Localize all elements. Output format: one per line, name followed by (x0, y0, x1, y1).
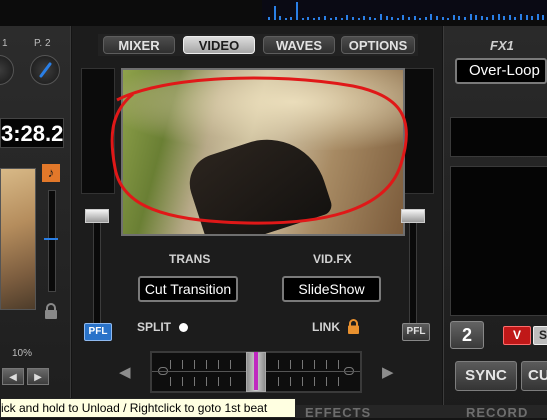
waveform-bar (396, 18, 399, 20)
waveform-bar (430, 14, 433, 20)
deck-time-display: 3:28.2 (0, 118, 64, 148)
s-toggle-button[interactable]: S (533, 326, 547, 345)
link-label: LINK (312, 320, 340, 334)
waveform-bar (464, 17, 466, 20)
waveform-bar (492, 15, 494, 20)
waveform-bar (480, 16, 483, 20)
lock-icon[interactable] (44, 303, 58, 319)
waveform-bar (385, 16, 388, 20)
waveform-bar (424, 17, 427, 20)
waveform-bar (296, 2, 298, 20)
deck-2-video-area[interactable] (450, 166, 547, 316)
fx-parameter-display (450, 117, 547, 157)
waveform-bar (436, 16, 438, 20)
waveform-bar (486, 17, 489, 20)
waveform-bar (536, 14, 539, 20)
waveform-bar (346, 15, 349, 20)
split-label: SPLIT (137, 320, 172, 334)
waveform-bar (307, 17, 310, 20)
waveform-bar (469, 14, 472, 20)
fx-effect-select[interactable]: Over-Loop (455, 58, 547, 84)
waveform-bar (329, 18, 332, 20)
key-icon[interactable]: ♪ (42, 164, 60, 182)
waveform-bar (525, 15, 528, 20)
waveform-bar (374, 18, 377, 20)
pitch-down-button[interactable]: ◀ (2, 368, 24, 385)
tab-mixer[interactable]: MIXER (103, 36, 175, 54)
waveform-display[interactable] (262, 0, 547, 20)
knob-label-1: 1 (2, 38, 8, 49)
trans-label: TRANS (169, 252, 211, 266)
waveform-bar (475, 15, 478, 20)
tab-video[interactable]: VIDEO (183, 36, 255, 54)
pitch-slider[interactable] (48, 190, 56, 292)
waveform-bar (335, 17, 338, 20)
waveform-bar (419, 18, 422, 20)
left-video-fader-handle[interactable] (85, 209, 109, 223)
waveform-bar (340, 18, 343, 20)
right-video-fader-handle[interactable] (401, 209, 425, 223)
waveform-bar (301, 18, 304, 20)
pitch-slider-marker (44, 238, 58, 240)
tooltip: ick and hold to Unload / Rightclick to g… (0, 398, 296, 418)
waveform-bar (441, 17, 444, 20)
waveform-bar (279, 16, 282, 20)
waveform-bar (458, 16, 461, 20)
video-toggle-button[interactable]: V (503, 326, 531, 345)
waveform-bar (391, 17, 394, 20)
waveform-bar (368, 17, 371, 20)
xfader-left-arrow-icon[interactable]: ◀ (119, 363, 131, 381)
waveform-bar (514, 17, 517, 20)
waveform-bar (357, 18, 360, 20)
cue-button[interactable]: CUE (521, 361, 547, 391)
video-fx-select[interactable]: SlideShow (282, 276, 381, 302)
waveform-bar (508, 15, 511, 20)
xfader-right-arrow-icon[interactable]: ▶ (382, 363, 394, 381)
waveform-bar (447, 18, 450, 20)
waveform-bar (273, 6, 276, 20)
pitch-up-button[interactable]: ▶ (27, 368, 49, 385)
deck-2-button[interactable]: 2 (450, 321, 484, 349)
waveform-bar (290, 17, 293, 20)
waveform-bar (520, 14, 522, 20)
waveform-bar (531, 16, 534, 20)
pfl-left-button[interactable]: PFL (84, 323, 112, 341)
link-lock-icon[interactable] (347, 319, 360, 334)
pfl-right-button[interactable]: PFL (402, 323, 430, 341)
waveform-bar (497, 14, 500, 20)
tab-options[interactable]: OPTIONS (341, 36, 415, 54)
crossfader-center-marker (254, 352, 258, 390)
waveform-bar (363, 16, 366, 20)
knob-label-p2: P. 2 (34, 38, 51, 49)
waveform-bar (352, 17, 354, 20)
red-annotation-circle (110, 76, 408, 225)
knob-p2[interactable] (30, 55, 60, 85)
waveform-bar (452, 15, 455, 20)
waveform-bar (312, 18, 315, 20)
fx-title: FX1 (490, 38, 514, 53)
left-video-fader-track[interactable] (93, 214, 101, 334)
waveform-bar (503, 16, 506, 20)
waveform-bar (408, 17, 410, 20)
vidfx-label: VID.FX (313, 252, 352, 266)
waveform-bar (284, 18, 287, 20)
tab-waves[interactable]: WAVES (263, 36, 335, 54)
waveform-bar (380, 14, 382, 20)
waveform-bar (402, 15, 405, 20)
waveform-bar (324, 16, 326, 20)
right-video-fader-track[interactable] (409, 214, 417, 334)
pitch-percent: 10% (12, 348, 33, 359)
waveform-bar (318, 17, 321, 20)
waveform-bar (542, 15, 545, 20)
knob-indicator-icon (39, 62, 52, 78)
waveform-bar (413, 16, 416, 20)
split-toggle[interactable] (179, 323, 188, 332)
sync-button[interactable]: SYNC (455, 361, 517, 391)
waveform-bar (268, 17, 270, 20)
deck-video-thumbnail[interactable] (0, 168, 36, 310)
transition-select[interactable]: Cut Transition (138, 276, 238, 302)
